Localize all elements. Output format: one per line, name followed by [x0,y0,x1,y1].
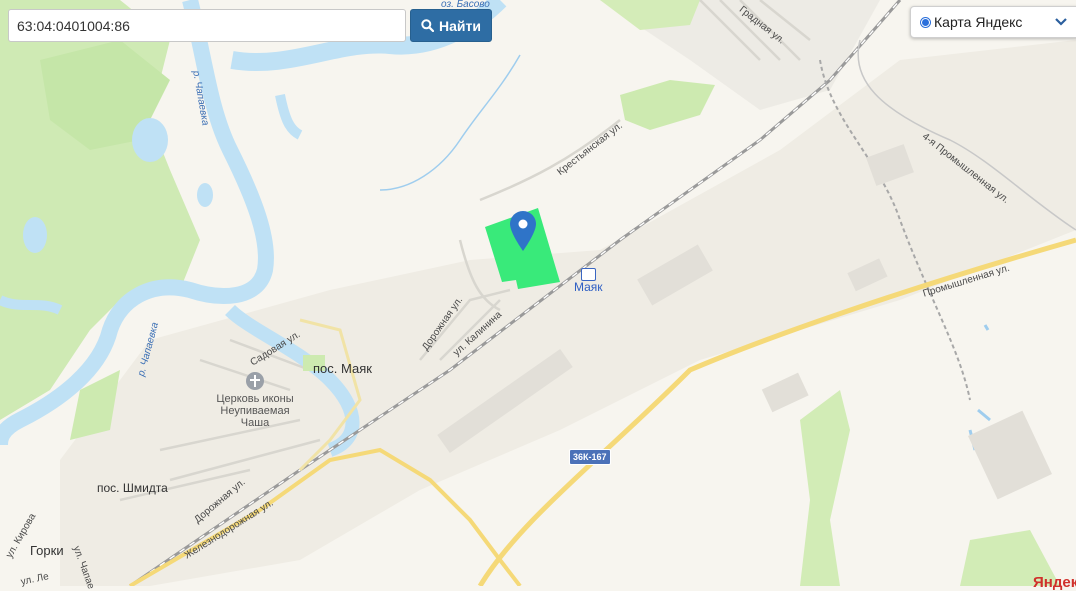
pond-small [23,217,47,253]
map-canvas[interactable] [0,0,1076,586]
settlement-label-shmidta: пос. Шмидта [97,481,168,495]
church-label: Церковь иконы Неупиваемая Чаша [216,393,294,429]
road-shield-36k167: 36К-167 [569,449,611,465]
map-marker-icon[interactable] [510,211,536,251]
chevron-down-icon[interactable] [1055,18,1067,26]
layer-radio-selected[interactable] [920,16,931,28]
settlement-label-mayak: пос. Маяк [313,361,372,376]
map-layer-select[interactable]: Карта Яндекс [910,6,1076,38]
station-label: Маяк [574,280,603,294]
search-icon [421,19,435,32]
search-button-label: Найти [439,17,481,34]
yandex-logo-partial: Яндек [1033,574,1076,591]
church-icon[interactable] [246,372,264,390]
layer-select-label: Карта Яндекс [934,14,1023,30]
pond-left [132,118,168,162]
search-input[interactable] [8,9,406,42]
settlement-label-gorki: Горки [30,543,64,558]
pond-tiny [197,183,213,207]
search-button[interactable]: Найти [410,9,492,42]
